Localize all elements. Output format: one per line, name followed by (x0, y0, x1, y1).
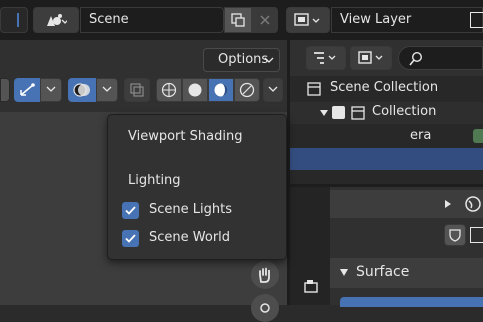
scene-lights-label: Scene Lights (149, 202, 232, 217)
view-layer-name-field[interactable]: View Layer (331, 7, 483, 33)
expand-triangle-icon (320, 110, 328, 116)
camera-view-button[interactable] (251, 294, 279, 322)
editor-type-partial[interactable] (0, 7, 28, 33)
viewport-shading-popover: Viewport Shading Lighting Scene Lights S… (107, 114, 287, 260)
scene-collection-row[interactable]: Scene Collection (290, 78, 483, 100)
popover-title: Viewport Shading (128, 129, 243, 144)
outliner-search-input[interactable] (398, 46, 483, 70)
delete-scene-button[interactable] (252, 7, 278, 33)
solid-sphere-icon (188, 83, 202, 97)
overlays-toggle-button[interactable] (68, 78, 96, 102)
scene-icon (47, 14, 67, 26)
overlay-icon (73, 83, 90, 97)
scene-world-checkbox-row[interactable]: Scene World (122, 227, 272, 251)
properties-header-row (330, 190, 483, 218)
pan-view-button[interactable] (251, 261, 279, 289)
shading-material-button[interactable] (208, 78, 234, 102)
light-row[interactable] (290, 170, 483, 184)
scene-collection-label: Scene Collection (330, 80, 439, 95)
material-sphere-icon (214, 83, 228, 97)
camera-label: era (410, 128, 432, 143)
breadcrumb-arrow-icon (445, 200, 451, 208)
view-layer-name-text: View Layer (340, 12, 412, 27)
options-dropdown[interactable]: Options (203, 48, 280, 72)
view-layer-duplicate-partial[interactable] (470, 12, 483, 28)
render-layer-icon (358, 51, 383, 64)
gizmo-toggle-button[interactable] (14, 78, 40, 102)
checkmark-icon (125, 234, 136, 243)
display-mode-dropdown[interactable] (306, 46, 346, 70)
scene-name-text: Scene (89, 12, 129, 27)
camera-icon (260, 303, 270, 313)
outliner-view-icon (314, 52, 336, 64)
camera-row[interactable]: era (290, 125, 483, 147)
lighting-section-label: Lighting (128, 173, 181, 188)
xray-icon (130, 83, 144, 97)
scene-browse-button[interactable] (33, 7, 79, 33)
camera-data-icon (473, 129, 483, 143)
text-cursor-icon (17, 13, 19, 27)
shading-solid-button[interactable] (182, 78, 208, 102)
duplicate-icon[interactable] (470, 227, 483, 243)
shading-rendered-button[interactable] (234, 78, 260, 102)
chevron-down-icon (268, 86, 278, 92)
wireframe-sphere-icon (161, 82, 177, 98)
shield-icon (449, 229, 461, 242)
shading-popover-button[interactable] (263, 78, 283, 102)
scene-name-field[interactable]: Scene (80, 7, 224, 33)
overlays-dropdown-button[interactable] (96, 78, 118, 102)
shading-wireframe-button[interactable] (156, 78, 182, 102)
chevron-down-icon (264, 57, 274, 63)
checkmark-icon (125, 206, 136, 215)
chevron-down-icon (102, 86, 112, 92)
collection-checkbox[interactable] (332, 106, 345, 119)
header-left-partial[interactable] (0, 78, 10, 102)
render-icon (304, 280, 318, 293)
properties-tab-world[interactable] (298, 274, 326, 300)
options-label: Options (218, 52, 269, 67)
scene-world-checkbox[interactable] (122, 230, 139, 247)
close-icon (260, 15, 270, 25)
world-icon (465, 196, 481, 212)
duplicate-icon (231, 13, 245, 27)
hand-icon (259, 267, 270, 283)
new-scene-button[interactable] (224, 7, 252, 33)
scene-lights-checkbox[interactable] (122, 202, 139, 219)
expand-triangle-icon (340, 269, 348, 276)
view-layer-browse-button[interactable] (286, 7, 330, 33)
render-layer-icon (294, 13, 320, 26)
surface-label: Surface (356, 264, 410, 280)
scene-world-label: Scene World (149, 230, 231, 245)
gizmo-icon (20, 83, 35, 96)
world-name-field[interactable] (330, 222, 483, 248)
filter-dropdown[interactable] (350, 46, 392, 70)
xray-toggle-button[interactable] (124, 78, 150, 102)
rendered-sphere-icon (239, 82, 255, 98)
collection-icon (351, 106, 365, 120)
scene-lights-checkbox-row[interactable]: Scene Lights (122, 199, 272, 223)
gizmo-dropdown-button[interactable] (40, 78, 62, 102)
search-icon (409, 51, 423, 66)
surface-field-partial[interactable] (340, 297, 483, 307)
collection-row[interactable]: Collection (290, 102, 483, 124)
collection-label: Collection (372, 104, 437, 119)
fake-user-button[interactable] (444, 224, 466, 246)
collection-icon (307, 82, 321, 96)
chevron-down-icon (46, 86, 56, 92)
surface-panel-header[interactable]: Surface (330, 258, 483, 288)
selected-object-row[interactable] (290, 148, 483, 170)
